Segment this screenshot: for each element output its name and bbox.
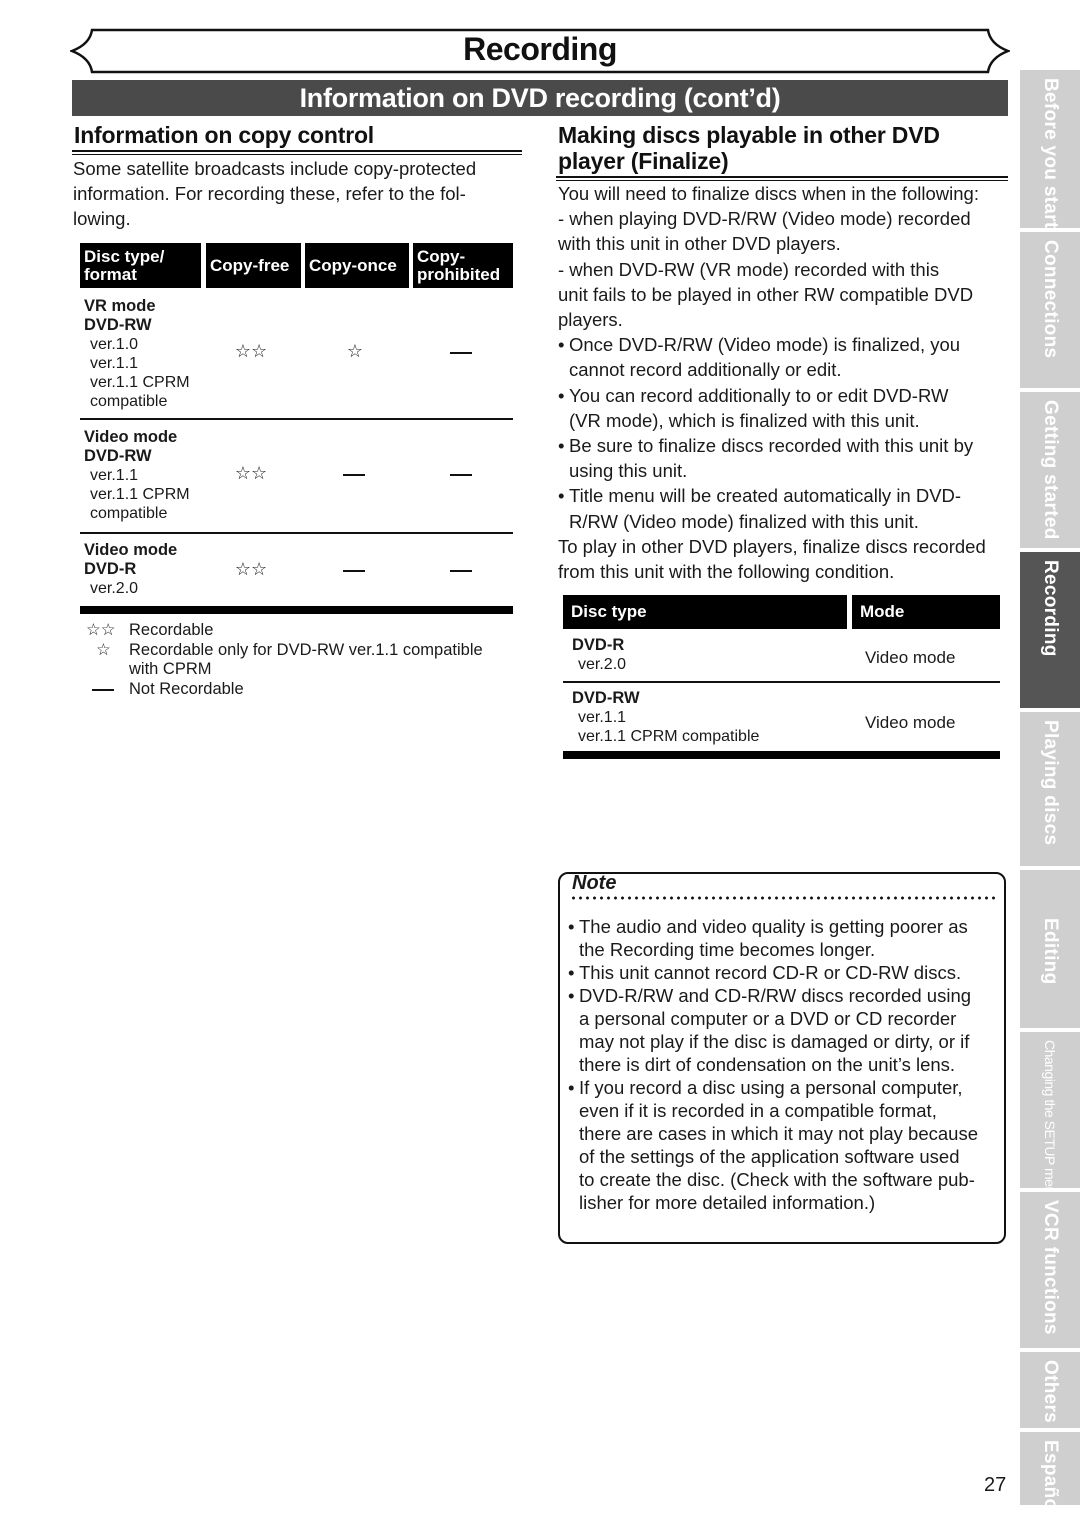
note-title: Note	[572, 872, 617, 894]
legend-item: Not Recordable	[86, 680, 516, 700]
not-recordable-dash	[343, 474, 365, 476]
row-divider	[563, 681, 1000, 683]
page-number: 27	[984, 1474, 1007, 1496]
finalize-bullet: • Once DVD-R/RW (Video mode) is finalize…	[558, 334, 961, 381]
double-star-icon: ☆☆	[86, 621, 116, 639]
heading-rule	[72, 150, 522, 152]
recordable-cprm-symbol: ☆	[346, 341, 364, 362]
mode-value: Video mode	[865, 713, 956, 732]
finalize-bullet: • Title menu will be created automatical…	[558, 485, 962, 532]
finalize-heading: Making discs playable in other DVD playe…	[558, 122, 940, 174]
table-bottom-rule	[563, 751, 1000, 759]
note-bullet: • If you record a disc using a personal …	[568, 1077, 978, 1213]
not-recordable-dash	[450, 352, 472, 354]
tab-editing[interactable]: Editing	[1020, 870, 1080, 1028]
column-header-mode: Mode	[852, 595, 1000, 629]
recordable-symbol: ☆☆	[234, 463, 268, 484]
table-row: Video mode DVD-RW ver.1.1 ver.1.1 CPRM c…	[84, 428, 190, 522]
tab-espanol[interactable]: Español	[1020, 1432, 1080, 1516]
column-header-disc-type: Disc type	[563, 595, 847, 629]
tab-before-you-start[interactable]: Before you start	[1020, 70, 1080, 229]
note-bullet: • The audio and video quality is getting…	[568, 916, 968, 960]
finalize-bullet: • You can record additionally to or edit…	[558, 384, 949, 431]
copy-control-heading: Information on copy control	[74, 122, 374, 148]
column-header-copy-prohibited: Copy- prohibited	[413, 243, 513, 288]
tab-changing-setup-menu[interactable]: Changing the SETUP menu	[1020, 1032, 1080, 1201]
tab-vcr-functions[interactable]: VCR functions	[1020, 1192, 1080, 1348]
finalize-case: - when playing DVD-R/RW (Video mode) rec…	[558, 208, 971, 255]
not-recordable-dash	[450, 570, 472, 572]
tab-others[interactable]: Others	[1020, 1352, 1080, 1428]
recordable-symbol: ☆☆	[234, 341, 268, 362]
star-icon: ☆	[96, 640, 111, 659]
finalize-body: You will need to finalize discs when in …	[558, 181, 1008, 584]
note-bullet: • This unit cannot record CD-R or CD-RW …	[568, 962, 962, 983]
table-row: Video mode DVD-R ver.2.0	[84, 541, 178, 597]
tab-playing-discs[interactable]: Playing discs	[1020, 712, 1080, 866]
column-header-copy-once: Copy-once	[305, 243, 409, 288]
table-row: DVD-R ver.2.0	[572, 636, 627, 673]
finalize-bullet: • Be sure to finalize discs recorded wit…	[558, 435, 974, 482]
legend-item: ☆ Recordable only for DVD-RW ver.1.1 com…	[86, 641, 516, 680]
note-bullet: • DVD-R/RW and CD-R/RW discs recorded us…	[568, 985, 972, 1075]
column-header-disc-type: Disc type/ format	[80, 243, 201, 288]
copy-control-intro: Some satellite broadcasts include copy-p…	[73, 158, 477, 230]
tab-getting-started[interactable]: Getting started	[1020, 392, 1080, 548]
table-bottom-rule	[80, 606, 513, 614]
mode-value: Video mode	[865, 648, 956, 667]
not-recordable-dash	[343, 570, 365, 572]
chapter-title: Recording	[463, 31, 617, 67]
note-body: • The audio and video quality is getting…	[568, 915, 1004, 1214]
chapter-banner: Recording	[70, 28, 1010, 74]
table-legend: ☆☆ Recordable ☆ Recordable only for DVD-…	[86, 621, 516, 699]
tab-recording[interactable]: Recording	[1020, 552, 1080, 708]
not-recordable-dash	[450, 474, 472, 476]
tab-connections[interactable]: Connections	[1020, 232, 1080, 388]
row-divider	[80, 418, 513, 420]
legend-item: ☆☆ Recordable	[86, 621, 214, 639]
column-header-copy-free: Copy-free	[206, 243, 301, 288]
finalize-case: - when DVD-RW (VR mode) recorded with th…	[558, 258, 974, 331]
section-title-bar: Information on DVD recording (cont’d)	[72, 80, 1008, 116]
row-divider	[80, 532, 513, 534]
table-row: VR mode DVD-RW ver.1.0 ver.1.1 ver.1.1 C…	[84, 297, 190, 410]
dash-icon	[86, 680, 129, 699]
table-row: DVD-RW ver.1.1 ver.1.1 CPRM compatible	[572, 689, 760, 745]
recordable-symbol: ☆☆	[234, 559, 268, 580]
heading-rule	[72, 154, 522, 155]
heading-rule	[556, 176, 1008, 178]
note-dotted-rule	[570, 896, 996, 900]
